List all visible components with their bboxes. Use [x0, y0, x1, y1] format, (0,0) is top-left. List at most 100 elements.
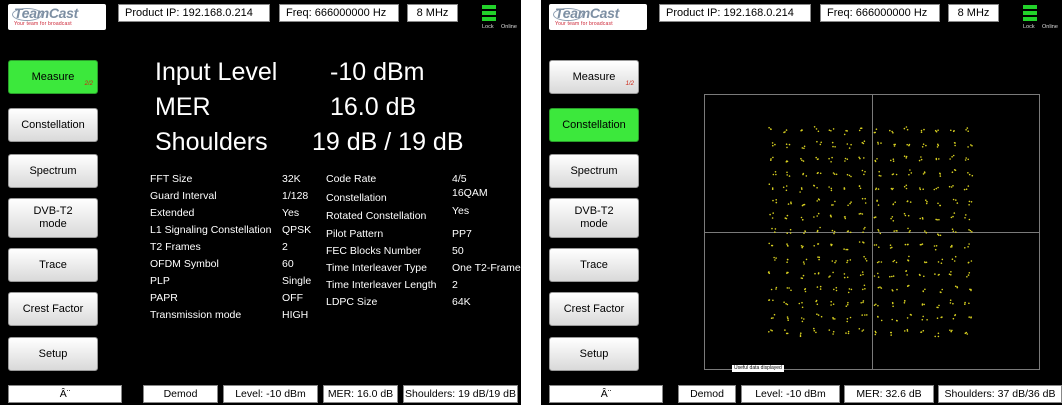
constellation-point [922, 315, 924, 318]
constellation-point [786, 258, 789, 261]
menu-crest-factor-button[interactable]: Crest Factor [8, 292, 98, 326]
constellation-point [846, 158, 849, 160]
online-label: Online [1042, 24, 1058, 30]
constellation-point [874, 131, 876, 134]
menu-trace-button[interactable]: Trace [8, 248, 98, 282]
menu-dvbt2-mode-button[interactable]: DVB-T2 mode [549, 198, 639, 238]
lock-status-icon [1023, 5, 1037, 22]
constellation-point [832, 128, 835, 130]
constellation-point [936, 146, 939, 148]
constellation-point [941, 288, 943, 291]
constellation-point [937, 186, 939, 189]
menu-spectrum-button[interactable]: Spectrum [549, 154, 639, 188]
bandwidth-display: 8 MHz [948, 4, 999, 22]
constellation-point [862, 300, 865, 302]
constellation-point [786, 214, 789, 217]
constellation-point [863, 173, 865, 176]
status-arrow-button[interactable]: Â¨ [8, 385, 122, 403]
menu-dvbt2-mode-label: DVB-T2 mode [33, 205, 73, 230]
constellation-point [966, 333, 969, 335]
constellation-point [964, 217, 966, 219]
menu-measure-button[interactable]: Measure 1/2 [549, 60, 639, 94]
constellation-point [952, 215, 954, 218]
constellation-point [891, 216, 894, 218]
constellation-point [804, 290, 807, 293]
constellation-point [941, 316, 943, 318]
constellation-point [819, 288, 822, 290]
constellation-point [880, 319, 883, 322]
constellation-point [813, 185, 816, 187]
menu-setup-button[interactable]: Setup [8, 337, 98, 371]
constellation-point [892, 158, 895, 160]
constellation-point [926, 200, 928, 203]
constellation-point [910, 172, 913, 174]
constellation-point [956, 202, 959, 204]
constellation-point [835, 289, 838, 292]
constellation-point [971, 145, 973, 147]
constellation-point [785, 189, 788, 192]
constellation-point [907, 227, 909, 230]
constellation-point [880, 142, 882, 144]
status-arrow-button[interactable]: Â¨ [549, 385, 663, 403]
constellation-point [844, 217, 847, 220]
constellation-point [925, 199, 927, 201]
constellation-point [893, 143, 895, 146]
constellation-point [845, 129, 847, 132]
constellation-point [864, 258, 867, 260]
constellation-point [906, 200, 909, 203]
constellation-point [834, 200, 836, 203]
constellation-point [877, 276, 880, 278]
constellation-point [786, 171, 788, 174]
menu-setup-button[interactable]: Setup [549, 337, 639, 371]
constellation-point [769, 213, 771, 216]
constellation-point [816, 172, 819, 175]
menu-dvbt2-mode-button[interactable]: DVB-T2 mode [8, 198, 98, 238]
constellation-point [965, 331, 968, 334]
constellation-point [770, 317, 773, 319]
constellation-point [934, 273, 936, 275]
constellation-point [891, 173, 894, 176]
menu-trace-button[interactable]: Trace [549, 248, 639, 282]
constellation-point [786, 243, 788, 245]
constellation-point [967, 172, 969, 174]
constellation-point [859, 187, 862, 190]
menu-setup-label: Setup [38, 347, 68, 360]
constellation-point [804, 230, 807, 233]
mer-label: MER [155, 93, 211, 121]
constellation-point [968, 173, 971, 176]
menu-measure-button[interactable]: Measure 2/2 [8, 60, 98, 94]
constellation-point [862, 273, 864, 276]
constellation-point [905, 184, 908, 187]
constellation-point [874, 330, 877, 333]
constellation-point [831, 229, 834, 232]
constellation-point [923, 303, 925, 306]
param-value: OFF [282, 292, 303, 304]
constellation-point [786, 244, 789, 247]
constellation-point [925, 231, 927, 234]
param-label: FFT Size [150, 173, 193, 185]
constellation-point [937, 234, 940, 236]
constellation-point [908, 231, 911, 233]
constellation-point [774, 143, 776, 146]
status-shoulders: Shoulders: 37 dB/36 dB [938, 385, 1062, 403]
constellation-point [954, 169, 957, 172]
constellation-point [921, 303, 924, 305]
constellation-point [785, 217, 788, 220]
constellation-point [817, 243, 819, 245]
constellation-point [775, 201, 778, 204]
constellation-point [830, 187, 833, 190]
menu-constellation-button[interactable]: Constellation [8, 108, 98, 142]
constellation-point [906, 317, 909, 319]
constellation-point [877, 272, 879, 275]
status-mer: MER: 32.6 dB [844, 385, 934, 403]
param-label: Code Rate [326, 173, 377, 185]
constellation-point [908, 144, 910, 147]
constellation-point [922, 290, 925, 293]
menu-crest-factor-button[interactable]: Crest Factor [549, 292, 639, 326]
status-level: Level: -10 dBm [223, 385, 318, 403]
menu-constellation-button[interactable]: Constellation [549, 108, 639, 142]
constellation-point [847, 330, 850, 333]
menu-spectrum-button[interactable]: Spectrum [8, 154, 98, 188]
menu-setup-label: Setup [579, 347, 609, 360]
constellation-point [828, 157, 830, 160]
